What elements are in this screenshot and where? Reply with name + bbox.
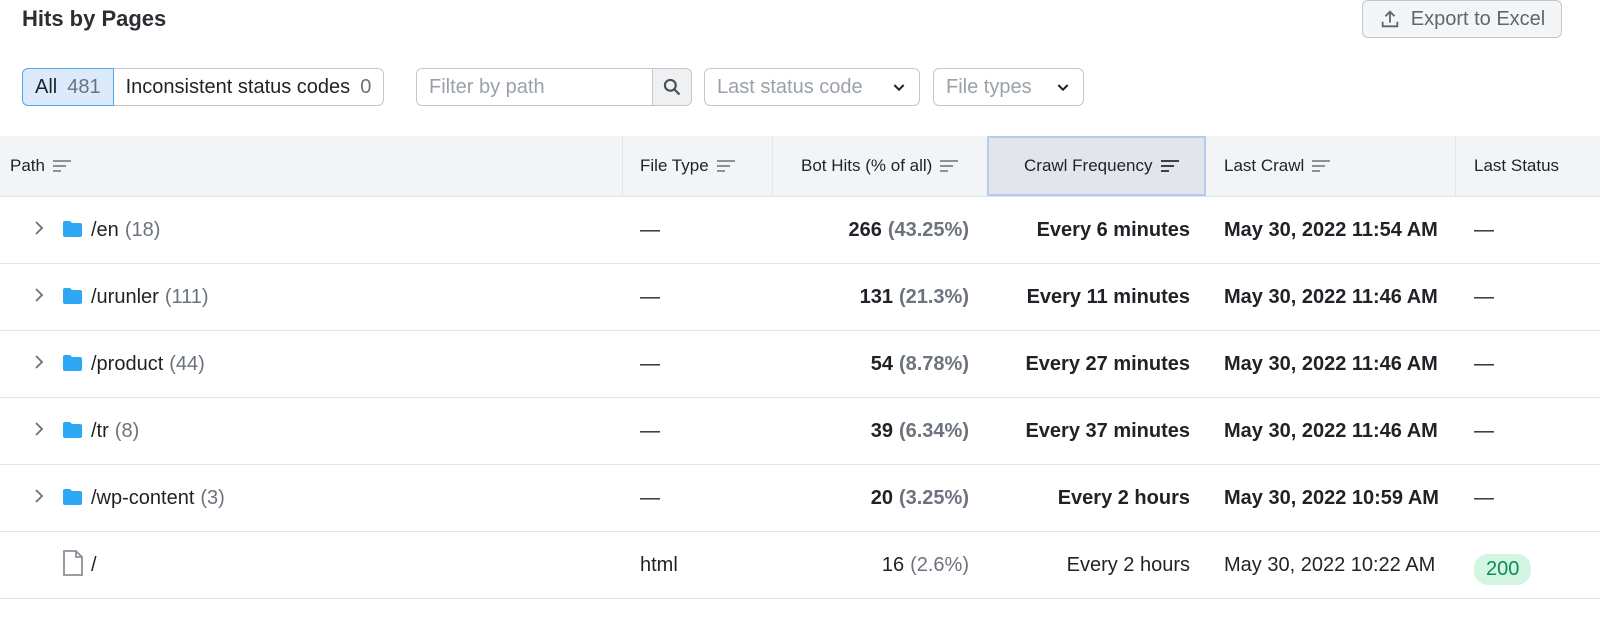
row-path[interactable]: /en (18) — [91, 197, 160, 263]
chevron-right-icon[interactable] — [30, 353, 48, 371]
tab-all-label: All — [35, 75, 58, 98]
table-row: /urunler (111) — 131 (21.3%) Every 11 minu… — [0, 264, 1600, 331]
row-last-crawl: May 30, 2022 11:54 AM — [1224, 218, 1438, 241]
row-last-crawl: May 30, 2022 10:59 AM — [1224, 486, 1439, 509]
row-path[interactable]: /wp-content (3) — [91, 465, 225, 531]
chevron-right-icon[interactable] — [30, 487, 48, 505]
row-path[interactable]: / — [91, 532, 97, 598]
row-file-type: html — [640, 553, 678, 576]
chevron-right-icon[interactable] — [30, 219, 48, 237]
search-button[interactable] — [652, 69, 691, 105]
column-last-status-label: Last Status — [1474, 156, 1560, 175]
path-filter-input[interactable] — [417, 69, 652, 105]
sort-icon — [1312, 160, 1331, 172]
folder-icon — [63, 355, 82, 371]
table-header: Path File Type Bot Hits (% of all) Crawl… — [0, 136, 1600, 197]
row-bot-hits: 131 (21.3%) — [859, 285, 969, 308]
file-types-dropdown[interactable]: File types — [933, 68, 1084, 106]
file-icon — [63, 550, 83, 576]
row-last-crawl: May 30, 2022 10:22 AM — [1224, 553, 1436, 576]
column-file-type-label: File Type — [640, 156, 709, 175]
folder-icon — [63, 221, 82, 237]
column-last-crawl-label: Last Crawl — [1224, 156, 1305, 175]
tab-inconsistent-count: 0 — [360, 75, 372, 98]
row-bot-hits: 39 (6.34%) — [870, 419, 969, 442]
row-path-count: (111) — [164, 285, 209, 308]
chevron-down-icon — [893, 84, 905, 92]
table-row: / html 16 (2.6%) Every 2 hours May 30, 20… — [0, 532, 1600, 599]
row-last-status: — — [1474, 486, 1494, 509]
table-row: /product (44) — 54 (8.78%) Every 27 minute… — [0, 331, 1600, 398]
column-bot-hits-label: Bot Hits (% of all) — [801, 156, 933, 175]
row-path-count: (8) — [114, 419, 140, 442]
path-filter — [416, 68, 692, 106]
folder-icon — [63, 422, 82, 438]
upload-icon — [1381, 10, 1398, 28]
folder-icon — [63, 489, 82, 505]
folder-icon — [63, 288, 82, 304]
chevron-right-icon[interactable] — [30, 286, 48, 304]
row-last-status: 200 — [1474, 536, 1532, 602]
row-path[interactable]: /product (44) — [91, 331, 205, 397]
export-label: Export to Excel — [1410, 7, 1546, 30]
row-file-type: — — [640, 285, 660, 308]
last-status-code-dropdown[interactable]: Last status code — [704, 68, 920, 106]
row-bot-hits: 16 (2.6%) — [881, 553, 969, 576]
status-badge: 200 — [1474, 553, 1532, 585]
export-excel-button[interactable]: Export to Excel — [1362, 0, 1562, 38]
file-types-label: File types — [946, 75, 1032, 98]
row-crawl-frequency: Every 2 hours — [1057, 486, 1190, 509]
row-crawl-frequency: Every 2 hours — [1066, 553, 1190, 576]
page-title: Hits by Pages — [22, 6, 167, 31]
tab-inconsistent-label: Inconsistent status codes — [125, 75, 351, 98]
chevron-down-icon — [1057, 84, 1069, 92]
chevron-right-icon[interactable] — [30, 420, 48, 438]
row-last-crawl: May 30, 2022 11:46 AM — [1224, 285, 1438, 308]
row-file-type: — — [640, 352, 660, 375]
row-crawl-frequency: Every 27 minutes — [1025, 352, 1190, 375]
status-filter-tabs: All 481 Inconsistent status codes 0 — [22, 68, 385, 106]
row-bot-hits: 266 (43.25%) — [848, 218, 969, 241]
row-path-count: (3) — [200, 486, 225, 509]
row-last-status: — — [1474, 352, 1494, 375]
last-status-code-label: Last status code — [717, 75, 863, 98]
column-header-file-type[interactable]: File Type — [640, 136, 735, 196]
column-header-path[interactable]: Path — [10, 136, 71, 196]
tab-inconsistent[interactable]: Inconsistent status codes 0 — [113, 68, 385, 106]
column-path-label: Path — [10, 156, 45, 175]
row-file-type: — — [640, 218, 660, 241]
row-file-type: — — [640, 486, 660, 509]
sort-icon — [940, 160, 959, 172]
column-header-last-status[interactable]: Last Status — [1474, 136, 1559, 196]
sort-icon — [52, 160, 71, 172]
row-last-crawl: May 30, 2022 11:46 AM — [1224, 352, 1438, 375]
row-bot-hits: 20 (3.25%) — [870, 486, 969, 509]
table-row: /en (18) — 266 (43.25%) Every 6 minutes Ma… — [0, 197, 1600, 264]
search-icon — [663, 78, 681, 96]
column-header-crawl-frequency[interactable]: Crawl Frequency — [987, 136, 1206, 196]
table-row: /tr (8) — 39 (6.34%) Every 37 minutes May … — [0, 398, 1600, 465]
sort-icon — [716, 160, 735, 172]
row-last-status: — — [1474, 218, 1494, 241]
column-header-bot-hits[interactable]: Bot Hits (% of all) — [801, 136, 959, 196]
tab-all[interactable]: All 481 — [22, 68, 114, 106]
sort-icon — [1160, 160, 1179, 172]
row-last-status: — — [1474, 419, 1494, 442]
row-path[interactable]: /urunler (111) — [91, 264, 209, 330]
row-bot-hits: 54 (8.78%) — [870, 352, 969, 375]
column-crawl-frequency-label: Crawl Frequency — [1024, 156, 1153, 175]
row-path-count: (44) — [169, 352, 205, 375]
row-last-status: — — [1474, 285, 1494, 308]
tab-all-count: 481 — [67, 75, 101, 98]
table-row: /wp-content (3) — 20 (3.25%) Every 2 hours… — [0, 465, 1600, 532]
row-last-crawl: May 30, 2022 11:46 AM — [1224, 419, 1438, 442]
row-path-count: (18) — [124, 218, 161, 241]
row-crawl-frequency: Every 6 minutes — [1036, 218, 1190, 241]
hits-table: Path File Type Bot Hits (% of all) Crawl… — [0, 136, 1600, 599]
row-crawl-frequency: Every 37 minutes — [1025, 419, 1190, 442]
column-header-last-crawl[interactable]: Last Crawl — [1224, 136, 1331, 196]
row-crawl-frequency: Every 11 minutes — [1026, 285, 1190, 308]
row-path[interactable]: /tr (8) — [91, 398, 139, 464]
row-file-type: — — [640, 419, 660, 442]
